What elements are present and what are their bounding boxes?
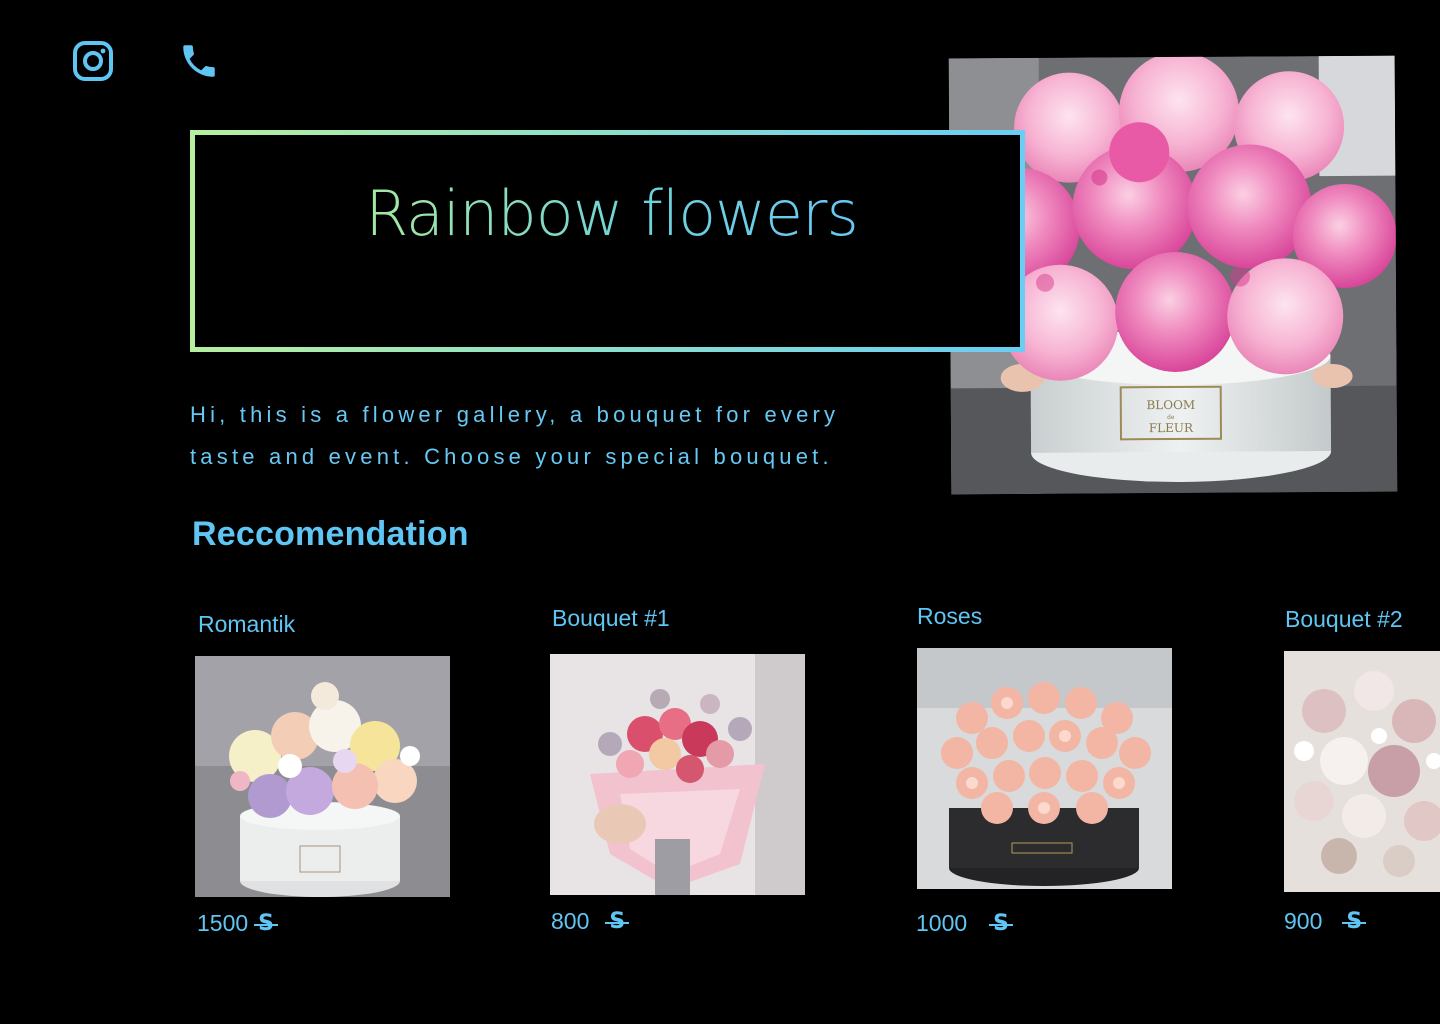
intro-line-2: taste and event. Choose your special bou… <box>190 444 833 469</box>
product-image[interactable] <box>1284 651 1440 892</box>
title-frame: Rainbow flowers <box>190 130 1025 352</box>
product-name: Bouquet #2 <box>1285 606 1403 632</box>
price-value: 1500 <box>197 910 249 936</box>
phone-icon[interactable] <box>178 40 220 82</box>
product-price: 1000 S <box>916 910 1013 937</box>
product-image[interactable] <box>917 648 1172 889</box>
product-image[interactable] <box>195 656 450 897</box>
hero-box-text-2: de <box>1167 414 1175 421</box>
intro-text: Hi, this is a flower gallery, a bouquet … <box>190 394 950 478</box>
currency-icon: S <box>254 911 278 936</box>
intro-line-1: Hi, this is a flower gallery, a bouquet … <box>190 402 840 427</box>
hero-box-text-1: BLOOM <box>1146 398 1195 412</box>
price-value: 900 <box>1284 908 1323 934</box>
product-name: Romantik <box>198 611 296 637</box>
currency-icon: S <box>1342 909 1367 934</box>
currency-icon: S <box>989 911 1013 936</box>
product-image[interactable] <box>550 654 805 895</box>
instagram-icon[interactable] <box>72 40 114 82</box>
product-price: 800 S <box>551 908 630 935</box>
price-value: 800 <box>551 908 590 934</box>
hero-box-text-3: FLEUR <box>1149 421 1194 435</box>
currency-icon: S <box>605 909 630 934</box>
product-price: 1500 S <box>197 910 278 937</box>
product-name: Roses <box>917 603 983 629</box>
price-value: 1000 <box>916 910 968 936</box>
page: BLOOM de FLEUR Rainbow flowers Hi, this … <box>0 0 1440 1024</box>
product-name: Bouquet #1 <box>552 605 670 631</box>
recommendation-title: Reccomendation <box>192 515 469 553</box>
page-title: Rainbow flowers <box>365 177 859 251</box>
product-price: 900 S <box>1284 908 1367 935</box>
